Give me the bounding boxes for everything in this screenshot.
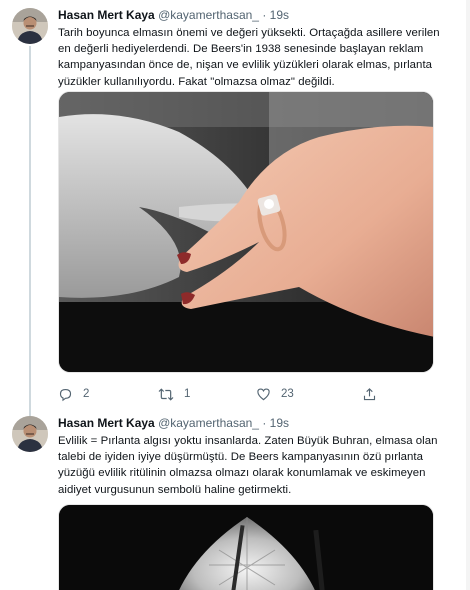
reply-count: 2	[83, 388, 90, 400]
tweet-actions: 2 1 23	[58, 385, 398, 403]
heart-icon	[257, 388, 270, 401]
retweet-button[interactable]: 1	[158, 385, 190, 403]
reply-button[interactable]: 2	[58, 385, 89, 403]
separator-dot: ·	[262, 416, 267, 430]
avatar[interactable]	[12, 416, 48, 452]
tweet-header: Hasan Mert Kaya @kayamerthasan_ · 19s	[58, 416, 289, 431]
author-handle[interactable]: @kayamerthasan_	[158, 416, 259, 430]
retweet-icon	[158, 387, 174, 401]
tweet-header: Hasan Mert Kaya @kayamerthasan_ · 19s	[58, 8, 289, 23]
tweet-text: Tarih boyunca elmasın önemi ve değeri yü…	[58, 27, 440, 88]
author-name[interactable]: Hasan Mert Kaya	[58, 8, 155, 22]
avatar[interactable]	[12, 8, 48, 44]
scrollbar[interactable]	[466, 0, 470, 590]
tweet-media-image[interactable]	[58, 91, 434, 373]
like-count: 23	[281, 388, 294, 400]
share-icon	[363, 387, 376, 400]
retweet-count: 1	[184, 388, 191, 400]
like-button[interactable]: 23	[256, 385, 294, 403]
tweet[interactable]: Hasan Mert Kaya @kayamerthasan_ · 19s Ev…	[0, 408, 470, 590]
author-name[interactable]: Hasan Mert Kaya	[58, 416, 155, 430]
ring-photo	[59, 92, 433, 372]
tweet-text: Evlilik = Pırlanta algısı yoktu insanlar…	[58, 435, 438, 496]
diamond-photo	[59, 505, 433, 590]
share-button[interactable]	[362, 385, 377, 403]
reply-icon	[59, 388, 72, 401]
tweet-media-image[interactable]	[58, 504, 434, 590]
author-handle[interactable]: @kayamerthasan_	[158, 8, 259, 22]
tweet[interactable]: Hasan Mert Kaya @kayamerthasan_ · 19s Ta…	[0, 0, 470, 408]
tweet-timestamp[interactable]: 19s	[270, 416, 289, 430]
tweet-timestamp[interactable]: 19s	[270, 8, 289, 22]
separator-dot: ·	[262, 8, 267, 22]
